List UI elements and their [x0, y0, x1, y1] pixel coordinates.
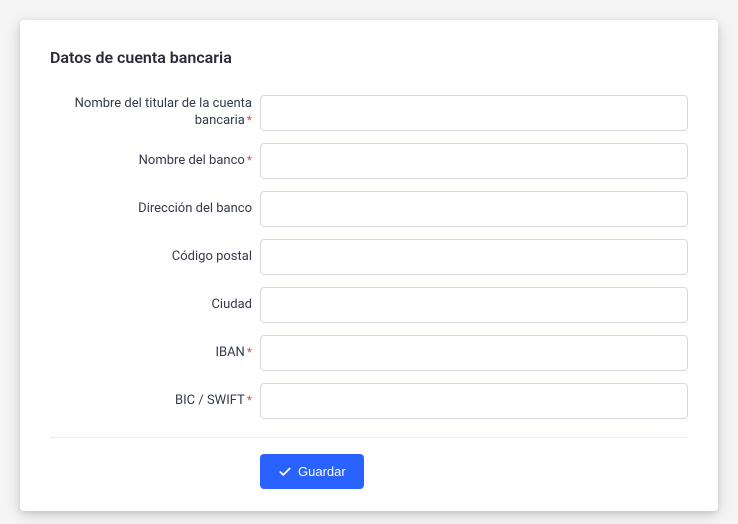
label-text: Nombre del titular de la cuenta bancaria [75, 96, 252, 128]
required-marker: * [247, 113, 252, 127]
field-row-account-holder: Nombre del titular de la cuenta bancaria… [70, 95, 688, 131]
field-row-city: Ciudad [70, 287, 688, 323]
required-marker: * [247, 345, 252, 359]
field-row-bic-swift: BIC / SWIFT* [70, 383, 688, 419]
label-text: Código postal [172, 249, 252, 264]
input-col [260, 95, 688, 131]
label-bank-address: Dirección del banco [70, 201, 260, 218]
input-col [260, 287, 688, 323]
label-city: Ciudad [70, 297, 260, 314]
field-row-bank-address: Dirección del banco [70, 191, 688, 227]
input-col [260, 143, 688, 179]
label-bank-name: Nombre del banco* [70, 153, 260, 170]
input-col [260, 383, 688, 419]
bank-name-input[interactable] [260, 143, 688, 179]
check-icon [278, 465, 292, 479]
field-row-postal-code: Código postal [70, 239, 688, 275]
required-marker: * [247, 153, 252, 167]
label-postal-code: Código postal [70, 249, 260, 266]
label-text: Ciudad [211, 297, 252, 312]
label-text: Nombre del banco [139, 153, 245, 168]
card-title: Datos de cuenta bancaria [50, 48, 688, 67]
save-button-label: Guardar [298, 464, 346, 479]
iban-input[interactable] [260, 335, 688, 371]
city-input[interactable] [260, 287, 688, 323]
label-text: Dirección del banco [138, 201, 252, 216]
label-iban: IBAN* [70, 345, 260, 362]
button-row: Guardar [50, 454, 688, 489]
field-row-iban: IBAN* [70, 335, 688, 371]
save-button[interactable]: Guardar [260, 454, 364, 489]
label-text: BIC / SWIFT [175, 393, 245, 408]
label-account-holder: Nombre del titular de la cuenta bancaria… [70, 96, 260, 130]
account-holder-input[interactable] [260, 95, 688, 131]
divider [50, 437, 688, 438]
postal-code-input[interactable] [260, 239, 688, 275]
required-marker: * [247, 393, 252, 407]
bank-account-card: Datos de cuenta bancaria Nombre del titu… [20, 20, 718, 511]
input-col [260, 191, 688, 227]
field-row-bank-name: Nombre del banco* [70, 143, 688, 179]
bank-address-input[interactable] [260, 191, 688, 227]
label-bic-swift: BIC / SWIFT* [70, 393, 260, 410]
input-col [260, 239, 688, 275]
label-text: IBAN [215, 345, 244, 360]
input-col [260, 335, 688, 371]
button-offset [50, 454, 260, 489]
form-wrapper: Nombre del titular de la cuenta bancaria… [50, 95, 688, 419]
bic-swift-input[interactable] [260, 383, 688, 419]
